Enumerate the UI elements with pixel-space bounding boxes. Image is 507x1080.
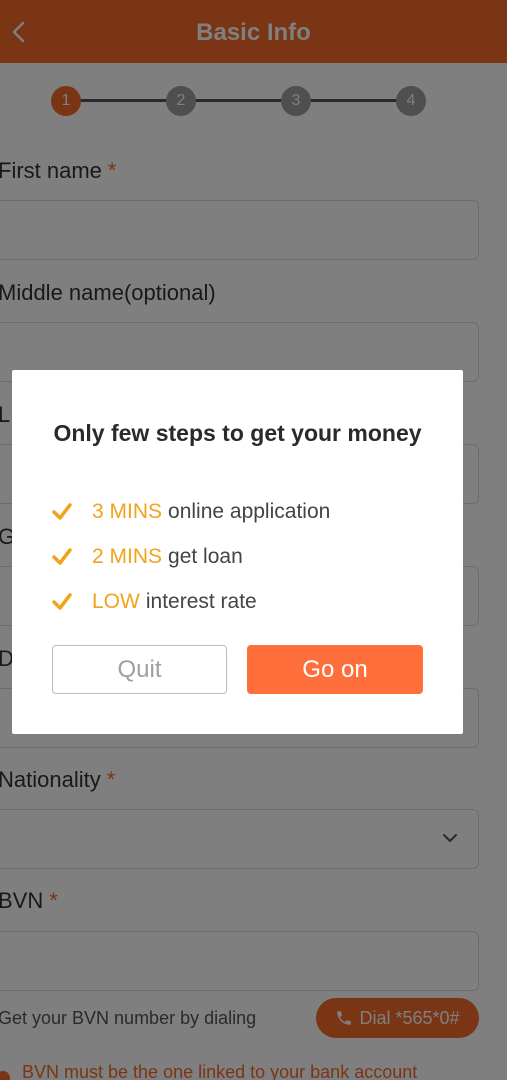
dialog-title: Only few steps to get your money xyxy=(53,420,422,446)
check-icon xyxy=(52,503,72,520)
bullet-highlight: 3 MINS xyxy=(92,500,163,523)
dialog-bullet: LOW interest rate xyxy=(50,588,257,616)
bullet-text: online application xyxy=(168,500,331,523)
quit-button[interactable]: Quit xyxy=(52,645,227,694)
check-icon xyxy=(52,548,72,565)
bullet-text: get loan xyxy=(168,545,243,568)
dialog-bullet: 2 MINS get loan xyxy=(50,543,243,571)
check-icon xyxy=(52,593,72,610)
bullet-highlight: LOW xyxy=(92,590,140,613)
go-on-button[interactable]: Go on xyxy=(247,645,423,694)
dialog-bullet: 3 MINS online application xyxy=(50,498,330,526)
bullet-highlight: 2 MINS xyxy=(92,545,163,568)
steps-dialog: Only few steps to get your money 3 MINS … xyxy=(12,370,463,734)
bullet-text: interest rate xyxy=(145,590,257,613)
